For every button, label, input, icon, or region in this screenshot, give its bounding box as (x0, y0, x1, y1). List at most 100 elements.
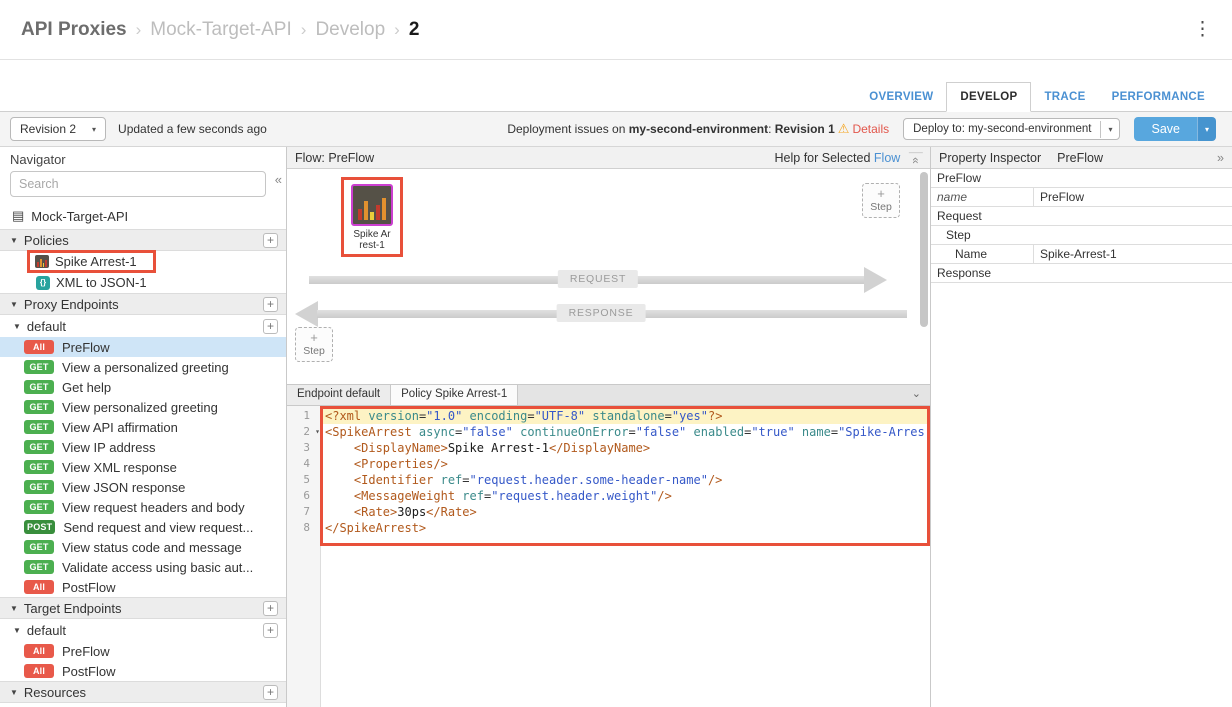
method-badge: GET (24, 460, 54, 474)
sidebar-flow-item[interactable]: GETView API affirmation (0, 417, 286, 437)
step-button-label: Step (863, 201, 899, 213)
add-button[interactable]: + (263, 297, 278, 312)
sidebar-flow-item[interactable]: AllPreFlow (0, 337, 286, 357)
inspector-row[interactable]: NameSpike-Arrest-1 (931, 245, 1232, 264)
sidebar-flow-item[interactable]: GETView personalized greeting (0, 397, 286, 417)
collapse-up-icon[interactable]: « (909, 152, 923, 164)
save-button[interactable]: Save ▾ (1134, 117, 1216, 141)
section-label: Target Endpoints (24, 601, 263, 616)
flow-item-label: PreFlow (62, 340, 110, 355)
sidebar-flow-item[interactable]: AllPreFlow (0, 641, 286, 661)
inspector-rows: PreFlownamePreFlowRequestStepNameSpike-A… (931, 169, 1232, 283)
inspector-row[interactable]: Response (931, 264, 1232, 283)
revision-dropdown[interactable]: Revision 2 ▾ (10, 117, 106, 141)
add-button[interactable]: + (263, 601, 278, 616)
collapse-left-icon[interactable]: « (275, 172, 282, 187)
deployment-warning: Deployment issues on my-second-environme… (507, 121, 889, 137)
breadcrumb-item[interactable]: Develop (315, 19, 385, 41)
code-line[interactable]: 6 <MessageWeight ref="request.header.wei… (287, 488, 930, 504)
search-input[interactable] (10, 171, 266, 197)
sidebar-flow-item[interactable]: AllPostFlow (0, 661, 286, 681)
code-line[interactable]: 7 <Rate>30ps</Rate> (287, 504, 930, 520)
sidebar-flow-item[interactable]: GETView request headers and body (0, 497, 286, 517)
line-number: 2▾ (287, 424, 320, 440)
sidebar-flow-item[interactable]: GET View XML response (0, 457, 286, 477)
kebab-menu-icon[interactable]: ⋮ (1193, 20, 1212, 39)
sidebar-item-policy[interactable]: {}XML to JSON-1 (0, 272, 286, 293)
sidebar-flow-item[interactable]: GETGet help (0, 377, 286, 397)
section-header-proxy-endpoints[interactable]: ▼Proxy Endpoints+ (0, 293, 286, 315)
add-button[interactable]: + (263, 623, 278, 638)
inspector-row[interactable]: Step (931, 226, 1232, 245)
code-line[interactable]: 1<?xml version="1.0" encoding="UTF-8" st… (287, 408, 930, 424)
section-header-target-endpoints[interactable]: ▼Target Endpoints+ (0, 597, 286, 619)
tab-trace[interactable]: TRACE (1031, 83, 1098, 111)
code-line[interactable]: 8</SpikeArrest> (287, 520, 930, 536)
save-button-label[interactable]: Save (1134, 117, 1197, 141)
deployment-environment: my-second-environment (629, 122, 768, 136)
flow-item-label: View XML response (62, 460, 177, 475)
main-area: Navigator « ▤ Mock-Target-API ▼Policies+… (0, 147, 1232, 707)
method-badge: All (24, 644, 54, 658)
section-header-resources[interactable]: ▼Resources+ (0, 681, 286, 703)
details-link[interactable]: Details (852, 122, 889, 136)
expand-right-icon[interactable]: » (1217, 151, 1224, 165)
spike-arrest-icon (35, 255, 49, 268)
sidebar-flow-item[interactable]: GETView status code and message (0, 537, 286, 557)
group-header-default[interactable]: ▼default+ (0, 315, 286, 337)
sidebar-flow-item[interactable]: GETView JSON response (0, 477, 286, 497)
code-line[interactable]: 5 <Identifier ref="request.header.some-h… (287, 472, 930, 488)
breadcrumb-item[interactable]: API Proxies (21, 19, 127, 41)
add-button[interactable]: + (263, 685, 278, 700)
request-flow-arrow: REQUEST (309, 267, 887, 293)
sidebar-flow-item[interactable]: AllPostFlow (0, 577, 286, 597)
fold-icon[interactable]: ▾ (315, 424, 320, 440)
code-content: <?xml version="1.0" encoding="UTF-8" sta… (320, 408, 930, 424)
editor-tab[interactable]: Policy Spike Arrest-1 (391, 385, 518, 405)
sidebar-flow-item[interactable]: GETView a personalized greeting (0, 357, 286, 377)
add-button[interactable]: + (263, 233, 278, 248)
inspector-row[interactable]: namePreFlow (931, 188, 1232, 207)
api-proxy-icon: ▤ (12, 208, 24, 224)
add-step-button-bottom[interactable]: + Step (295, 327, 333, 362)
spike-arrest-policy-icon[interactable] (351, 184, 393, 226)
policy-node-label-line1: Spike Ar (353, 229, 390, 240)
sidebar-item-mock-target-api[interactable]: ▤ Mock-Target-API (0, 203, 286, 229)
method-badge: GET (24, 560, 54, 574)
deployment-warning-prefix: Deployment issues on (507, 122, 628, 136)
chevron-down-icon: ▼ (13, 322, 21, 331)
code-line[interactable]: 3 <DisplayName>Spike Arrest-1</DisplayNa… (287, 440, 930, 456)
deploy-dropdown[interactable]: Deploy to: my-second-environment ▾ (903, 118, 1120, 140)
inspector-row-value (1034, 226, 1040, 244)
tab-overview[interactable]: OVERVIEW (856, 83, 946, 111)
add-button[interactable]: + (263, 319, 278, 334)
sidebar-flow-item[interactable]: POSTSend request and view request... (0, 517, 286, 537)
chevron-down-icon[interactable]: ⌄ (903, 385, 930, 405)
deploy-dropdown-value: Deploy to: my-second-environment (904, 119, 1100, 139)
inspector-row[interactable]: PreFlow (931, 169, 1232, 188)
editor-tab[interactable]: Endpoint default (287, 385, 391, 405)
section-header-policies[interactable]: ▼Policies+ (0, 229, 286, 251)
code-line[interactable]: 2▾<SpikeArrest async="false" continueOnE… (287, 424, 930, 440)
sidebar-flow-item[interactable]: GETView IP address (0, 437, 286, 457)
save-dropdown-toggle[interactable]: ▾ (1197, 117, 1216, 141)
code-editor[interactable]: 1<?xml version="1.0" encoding="UTF-8" st… (287, 406, 930, 707)
chevron-down-icon[interactable]: ▾ (1100, 121, 1119, 138)
sidebar-flow-item[interactable]: GET Validate access using basic aut... (0, 557, 286, 577)
breadcrumb-item[interactable]: Mock-Target-API (150, 19, 291, 41)
scrollbar[interactable] (920, 172, 928, 327)
line-number: 6 (287, 488, 320, 504)
group-header-default[interactable]: ▼default+ (0, 619, 286, 641)
response-label: RESPONSE (557, 304, 646, 322)
inspector-row[interactable]: Request (931, 207, 1232, 226)
code-line[interactable]: 4 <Properties/> (287, 456, 930, 472)
sidebar-item-policy[interactable]: Spike Arrest-1 (0, 251, 286, 272)
navigator-panel: Navigator « ▤ Mock-Target-API ▼Policies+… (0, 147, 287, 707)
flow-item-label: Validate access using basic aut... (62, 560, 253, 575)
code-content: <MessageWeight ref="request.header.weigh… (320, 488, 930, 504)
help-text: Help for Selected Flow (775, 151, 901, 165)
tab-develop[interactable]: DEVELOP (946, 82, 1031, 112)
help-flow-link[interactable]: Flow (874, 151, 900, 165)
add-step-button-top[interactable]: + Step (862, 183, 900, 218)
tab-performance[interactable]: PERFORMANCE (1099, 83, 1218, 111)
